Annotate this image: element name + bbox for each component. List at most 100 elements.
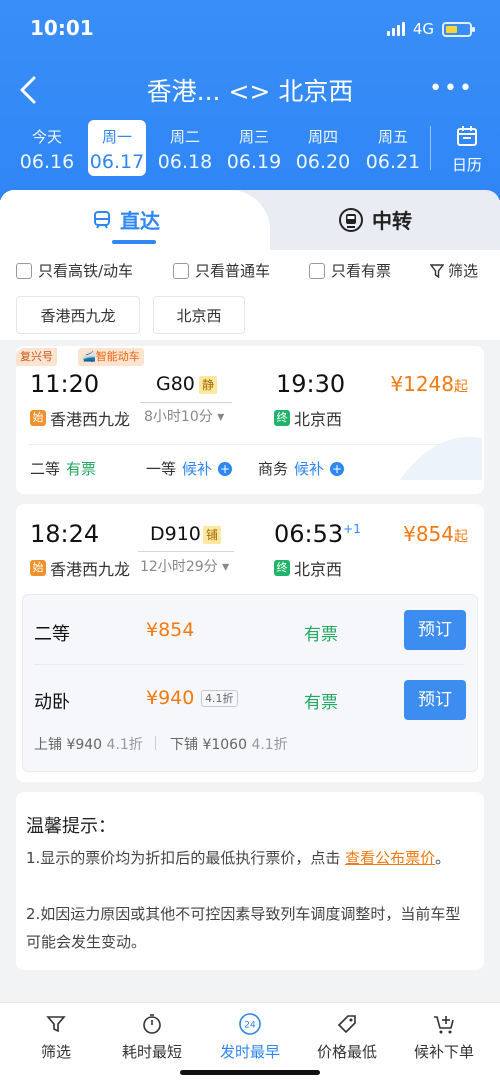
train-price: ¥1248起 [390,372,468,396]
station-chip-to[interactable]: 北京西 [153,296,245,334]
route-from: 香港... [146,77,221,106]
duration-text: 12小时29分 [140,559,218,575]
svg-text:24: 24 [244,1021,256,1031]
status-time: 10:01 [30,16,94,40]
available-only-checkbox[interactable]: 只看有票 [309,260,391,281]
berth-price: 下铺 ¥1060 [170,737,247,753]
station-name: 北京西 [294,410,343,429]
filter-icon [46,1016,66,1033]
next-day-mark: +1 [343,522,361,536]
date-weekday: 周三 [238,128,269,146]
date-item[interactable]: 周三 06.19 [225,120,283,176]
route-to: 北京西 [278,77,354,106]
view-published-price-link[interactable]: 查看公布票价 [345,849,435,867]
filter-button[interactable]: 筛选 [429,260,478,281]
date-item-selected[interactable]: 周一 06.17 [88,120,146,176]
date-divider [430,126,431,170]
fuxing-tag: 复兴号 [16,348,57,366]
start-mark: 始 [30,410,46,426]
calendar-icon [457,126,477,146]
seat-class-waitlist[interactable]: 商务 候补 + [258,458,345,479]
date-item[interactable]: 周五 06.21 [364,120,422,176]
date-item[interactable]: 周二 06.18 [156,120,214,176]
quiet-badge: 静 [199,376,217,394]
checkbox-label: 只看高铁/动车 [38,262,134,280]
divider [34,664,464,665]
sort-earliest-button[interactable]: 24 发时最早 [200,1011,300,1062]
seat-name: 动卧 [34,692,70,713]
train-number: G80 [156,373,195,395]
timer-icon [143,1014,161,1034]
home-indicator [180,1070,320,1075]
from-station: 始 香港西九龙 [30,556,130,580]
end-mark: 终 [274,560,290,576]
route-separator: <> [228,77,271,106]
notice-card: 温馨提示： 1.显示的票价均为折扣后的最低执行票价，点击 查看公布票价。 2.如… [16,792,484,970]
to-station: 终 北京西 [274,556,342,580]
station-name: 北京西 [294,560,343,579]
high-speed-checkbox[interactable]: 只看高铁/动车 [16,260,133,281]
train-price: ¥854起 [403,522,468,546]
arrive-time: 19:30 [276,370,346,398]
checkbox-label: 只看普通车 [195,262,271,280]
header: 10:01 4G 香港... <> 北京西 ••• 今天 06.16 周一 06… [0,0,500,200]
sort-filter-button[interactable]: 筛选 [6,1011,106,1062]
book-button[interactable]: 预订 [404,610,466,650]
tab-transfer[interactable]: 中转 [338,205,412,234]
date-item[interactable]: 今天 06.16 [18,120,76,176]
seat-status: 有票 [304,625,338,645]
seat-name: 一等 [146,460,177,478]
depart-time: 18:24 [30,520,100,548]
tab-transfer-label: 中转 [372,209,412,233]
checkbox-box [309,262,325,279]
divider [155,736,156,750]
status-indicators: 4G [386,20,475,38]
status-bar: 10:01 4G [0,16,500,46]
checkbox-box [16,262,32,279]
filter-label: 筛选 [447,262,478,280]
calendar-button[interactable]: 日历 [444,124,490,175]
station-name: 香港西九龙 [50,410,131,429]
seat-status: 候补 [294,460,325,478]
checkbox-box [173,262,189,279]
depart-time: 11:20 [30,370,100,398]
lower-berth-price: 下铺 ¥1060 4.1折 [170,734,288,754]
date-weekday: 周二 [169,128,200,146]
price-suffix: 起 [454,529,468,545]
nav-bar: 香港... <> 北京西 ••• [0,68,500,112]
notice-title: 温馨提示： [26,816,116,837]
to-station: 终 北京西 [274,406,342,430]
caret-down-icon: ▾ [217,409,225,425]
notice-line-2: 2.如因运力原因或其他不可控因素导致列车调度调整时，当前车型可能会发生变动。 [26,905,461,951]
waitlist-order-button[interactable]: 候补下单 [394,1011,494,1062]
seat-class: 二等 有票 [30,458,96,479]
more-button[interactable]: ••• [429,76,474,101]
duration-text: 8小时10分 [144,409,213,425]
seat-class-waitlist[interactable]: 一等 候补 + [146,458,233,479]
normal-train-checkbox[interactable]: 只看普通车 [173,260,270,281]
date-weekday: 今天 [31,128,62,146]
berth-badge: 铺 [203,526,221,544]
seat-name: 二等 [30,460,61,478]
train-number: D910 [150,523,201,545]
start-mark: 始 [30,560,46,576]
seat-status: 候补 [182,460,213,478]
berth-discount: 4.1折 [251,737,288,753]
date-value: 06.16 [19,151,75,173]
seat-status: 有票 [304,693,338,713]
toolbar-label: 筛选 [40,1043,71,1061]
sort-shortest-button[interactable]: 耗时最短 [102,1011,202,1062]
tab-direct[interactable]: 直达 [92,205,160,234]
price-value: ¥1248 [390,372,454,396]
book-button[interactable]: 预订 [404,680,466,720]
seat-name: 商务 [258,460,289,478]
date-item[interactable]: 周四 06.20 [294,120,352,176]
smart-emu-tag: 🚄智能动车 [78,348,144,366]
signal-icon [386,22,405,36]
sort-lowest-price-button[interactable]: 价格最低 [297,1011,397,1062]
date-weekday: 周五 [377,128,408,146]
calendar-label: 日历 [451,156,482,174]
station-chip-from[interactable]: 香港西九龙 [16,296,140,334]
plus-icon: + [218,461,233,476]
arrive-time-text: 06:53 [274,520,344,548]
